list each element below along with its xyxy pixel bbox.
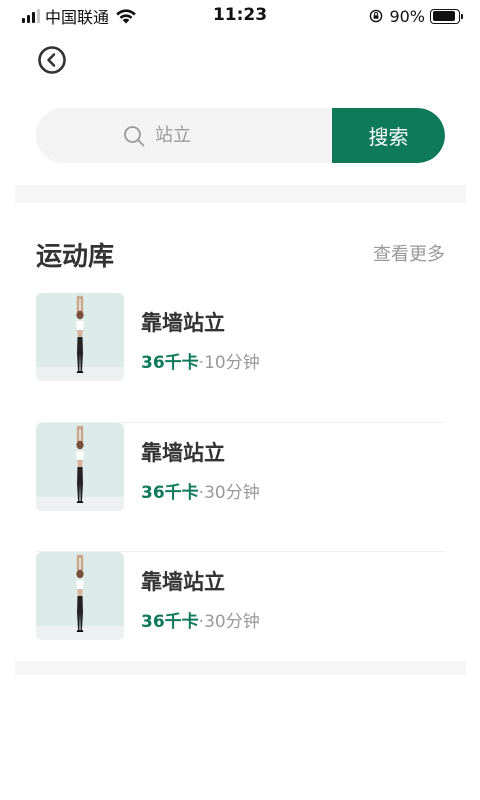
standing-pose-thumbnail [36,422,124,511]
person-figure-icon [76,554,84,632]
standing-pose-thumbnail [36,293,124,381]
person-figure-icon [76,295,84,373]
view-more-link[interactable]: 查看更多 [373,240,445,266]
exercise-title: 靠墙站立 [141,440,225,465]
list-item[interactable]: 靠墙站立 36千卡·30分钟 [36,422,445,552]
back-circle-icon[interactable] [36,44,68,76]
exercise-kcal: 36千卡 [141,482,199,503]
exercise-duration: 10分钟 [204,353,260,373]
battery-percent: 90% [389,6,425,26]
search-field[interactable] [36,108,332,163]
exercise-meta: 36千卡·30分钟 [141,478,260,503]
standing-pose-thumbnail [36,552,124,640]
person-figure-icon [76,424,84,503]
exercise-title: 靠墙站立 [141,311,225,335]
search-icon [124,125,145,146]
exercise-list: 靠墙站立 36千卡·10分钟 靠墙站立 36千卡·30分钟 靠墙站立 36千卡·… [36,293,445,682]
exercise-kcal: 36千卡 [141,612,199,632]
rotation-lock-icon [370,9,383,23]
exercise-duration: 30分钟 [204,612,260,632]
section-divider [15,185,466,203]
list-item[interactable]: 靠墙站立 36千卡·10分钟 [36,293,445,423]
exercise-meta: 36千卡·10分钟 [141,348,260,373]
search-input[interactable] [155,125,245,146]
exercise-meta: 36千卡·30分钟 [141,607,260,632]
exercise-duration: 30分钟 [204,482,260,503]
status-right: 90% [369,6,463,26]
search-button[interactable]: 搜索 [332,108,445,163]
section-footer-divider [15,661,466,675]
search-bar: 搜索 [36,108,445,163]
exercise-title: 靠墙站立 [141,570,225,594]
battery-icon [430,8,463,24]
exercise-kcal: 36千卡 [141,353,199,373]
status-bar: 中国联通 11:23 90% [0,0,480,34]
section-title: 运动库 [36,242,115,272]
